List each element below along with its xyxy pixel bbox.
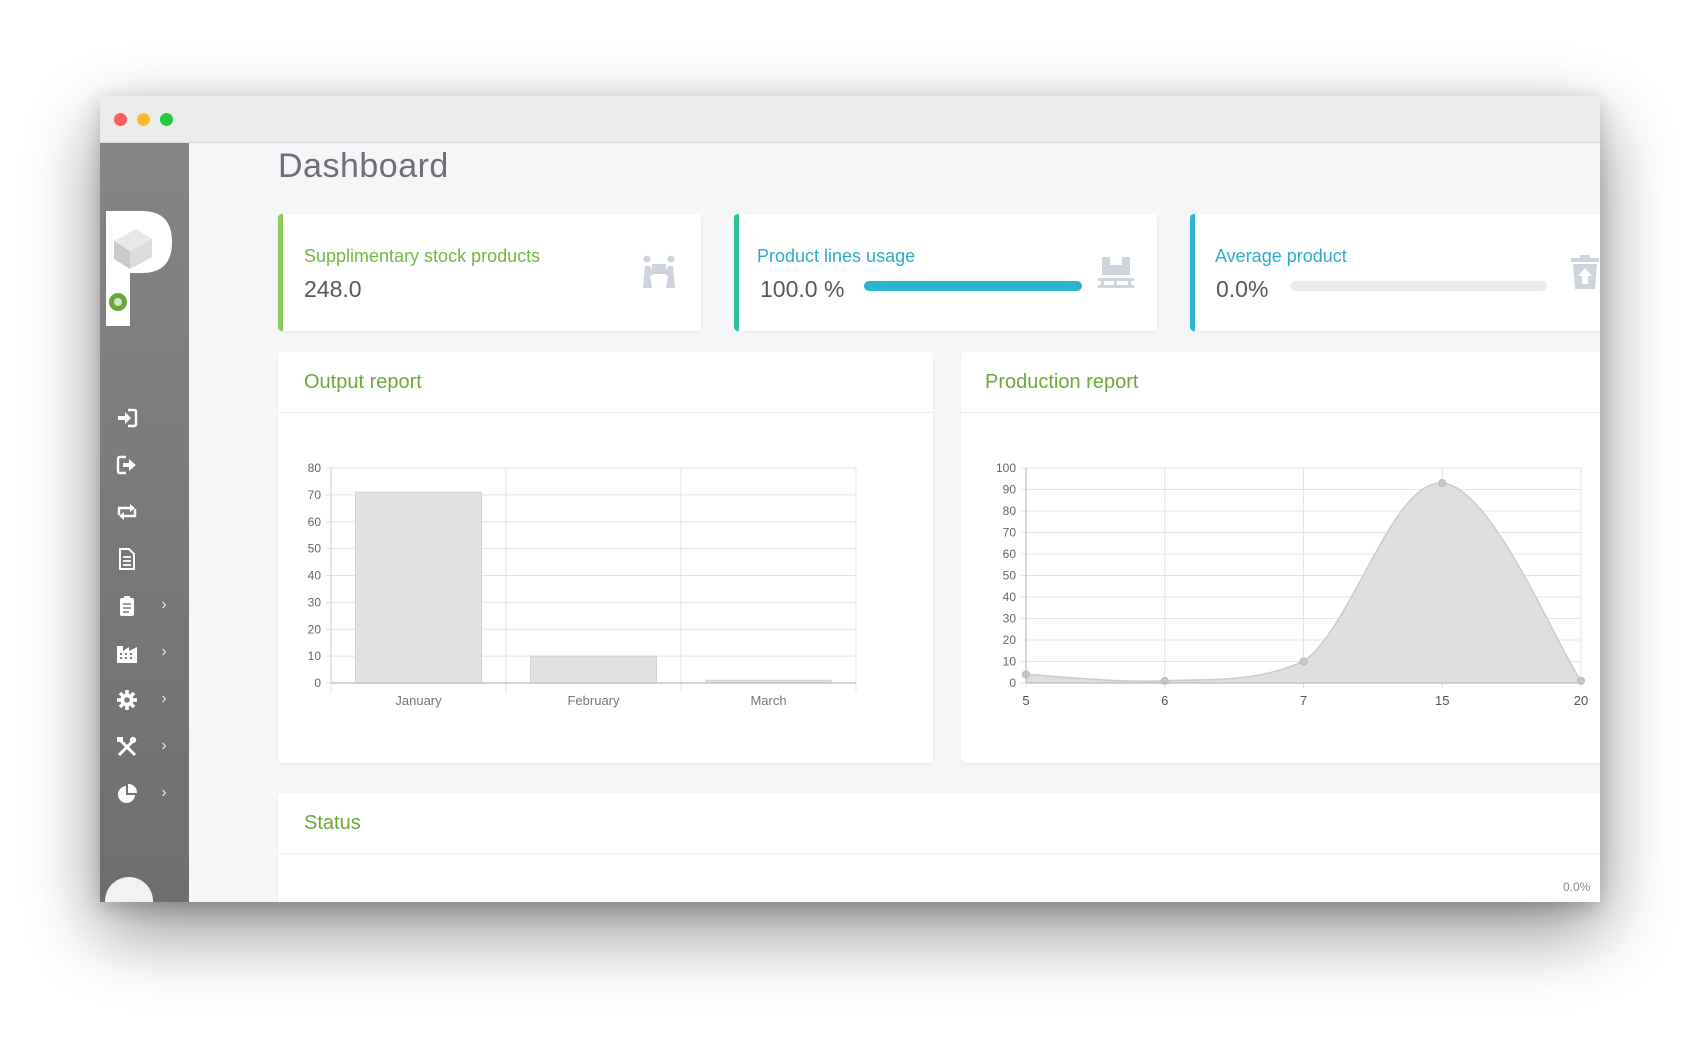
sidebar-item-documents[interactable] xyxy=(100,538,189,578)
stat-value: 248.0 xyxy=(304,276,362,302)
output-report-panel: Output report 0 10 20 30 40 50 60 70 80 January Fe… xyxy=(278,352,933,763)
panel-header: Production report xyxy=(961,352,1600,413)
y-tick-label: 30 xyxy=(1003,612,1017,626)
production-area-chart: 0 10 20 30 40 50 60 70 80 90 100 5 6 7 15 20 xyxy=(996,461,1588,708)
app-window: › › › › › Dashboard Supplimentary stock … xyxy=(100,96,1600,902)
x-tick-label: March xyxy=(750,693,786,708)
y-tick-label: 40 xyxy=(308,569,322,583)
stat-value: 0.0% xyxy=(1216,276,1269,302)
x-tick-label: February xyxy=(567,693,620,708)
sidebar-item-sign-in[interactable] xyxy=(100,397,189,437)
sidebar-item-reports[interactable]: › xyxy=(100,585,189,625)
x-tick-label: 20 xyxy=(1574,693,1588,708)
stat-label: Product lines usage xyxy=(757,246,916,266)
y-tick-label: 60 xyxy=(1003,547,1017,561)
y-tick-label: 0 xyxy=(1009,676,1016,690)
y-tick-label: 60 xyxy=(308,515,322,529)
brand-logo[interactable] xyxy=(106,211,176,326)
y-tick-label: 70 xyxy=(1003,526,1017,540)
document-icon xyxy=(119,548,135,570)
stat-label: Supplimentary stock products xyxy=(304,246,541,266)
y-tick-label: 40 xyxy=(1003,590,1017,604)
factory-icon xyxy=(117,646,137,663)
chevron-right-icon: › xyxy=(161,784,167,801)
x-tick-label: 6 xyxy=(1161,693,1168,708)
card-accent xyxy=(278,214,283,331)
minimize-window-button[interactable] xyxy=(137,113,150,126)
status-panel: Status 0.0% xyxy=(278,793,1600,902)
y-tick-label: 90 xyxy=(1003,483,1017,497)
panel-header: Output report xyxy=(278,352,933,413)
y-tick-label: 80 xyxy=(308,461,322,475)
y-tick-label: 10 xyxy=(308,649,322,663)
card-accent xyxy=(734,214,739,331)
close-window-button[interactable] xyxy=(114,113,127,126)
bar xyxy=(530,655,657,684)
chevron-right-icon: › xyxy=(161,596,167,613)
y-tick-label: 100 xyxy=(996,461,1016,475)
chevron-right-icon: › xyxy=(161,737,167,754)
y-tick-label: 70 xyxy=(308,488,322,502)
panel-title: Status xyxy=(304,812,361,834)
y-tick-label: 80 xyxy=(1003,504,1017,518)
main-content: Dashboard Supplimentary stock products 2… xyxy=(189,143,1600,902)
x-tick-label: 15 xyxy=(1435,693,1449,708)
card-accent xyxy=(1190,214,1195,331)
data-point xyxy=(1299,657,1308,666)
pie-chart-icon xyxy=(118,783,138,803)
window-titlebar xyxy=(100,96,1600,143)
y-tick-label: 30 xyxy=(308,595,322,609)
sidebar-item-sign-out[interactable] xyxy=(100,444,189,484)
clipboard-icon xyxy=(120,596,134,616)
average-product-progress-bar xyxy=(1290,281,1547,291)
pallet-icon xyxy=(1098,257,1134,288)
y-tick-label: 20 xyxy=(308,622,322,636)
people-carry-icon xyxy=(643,255,675,288)
panel-title: Production report xyxy=(985,371,1139,393)
sidebar-item-settings[interactable]: › xyxy=(100,679,189,719)
sidebar-item-analytics[interactable]: › xyxy=(100,773,189,813)
y-tick-label: 50 xyxy=(1003,569,1017,583)
stat-label: Average product xyxy=(1215,246,1347,266)
x-tick-label: January xyxy=(395,693,442,708)
tools-icon xyxy=(117,736,137,757)
y-tick-label: 20 xyxy=(1003,633,1017,647)
status-value: 0.0% xyxy=(1563,880,1591,894)
chevron-right-icon: › xyxy=(161,643,167,660)
x-tick-label: 7 xyxy=(1300,693,1307,708)
sidebar: › › › › › xyxy=(100,143,189,902)
transfer-icon xyxy=(117,504,137,520)
gear-icon xyxy=(117,690,137,710)
sign-out-icon xyxy=(116,455,136,475)
trash-icon xyxy=(1571,255,1599,289)
data-point xyxy=(1438,479,1447,488)
panel-title: Output report xyxy=(304,371,422,393)
user-avatar[interactable] xyxy=(105,877,153,902)
sidebar-item-tools[interactable]: › xyxy=(100,726,189,766)
stat-card-average-product[interactable]: Average product 0.0% xyxy=(1190,214,1600,331)
output-bar-chart: 0 10 20 30 40 50 60 70 80 January February March xyxy=(308,461,857,708)
x-tick-label: 5 xyxy=(1022,693,1029,708)
sidebar-item-transfer[interactable] xyxy=(100,491,189,531)
chevron-right-icon: › xyxy=(161,690,167,707)
stat-card-stock[interactable]: Supplimentary stock products 248.0 xyxy=(278,214,701,331)
bar xyxy=(355,491,482,684)
progress-fill xyxy=(864,281,1082,291)
stat-card-product-lines[interactable]: Product lines usage 100.0 % xyxy=(734,214,1157,331)
stat-value: 100.0 % xyxy=(760,276,845,302)
maximize-window-button[interactable] xyxy=(160,113,173,126)
sidebar-item-factory[interactable]: › xyxy=(100,632,189,672)
page-title: Dashboard xyxy=(278,147,449,185)
y-tick-label: 0 xyxy=(314,676,321,690)
production-report-panel: Production report 0 10 20 30 40 50 60 70 80 90 100… xyxy=(961,352,1600,763)
panel-header: Status xyxy=(278,793,1600,854)
product-lines-progress-bar xyxy=(864,281,1082,291)
sign-in-icon xyxy=(118,408,138,428)
y-tick-label: 50 xyxy=(308,542,322,556)
y-tick-label: 10 xyxy=(1003,655,1017,669)
